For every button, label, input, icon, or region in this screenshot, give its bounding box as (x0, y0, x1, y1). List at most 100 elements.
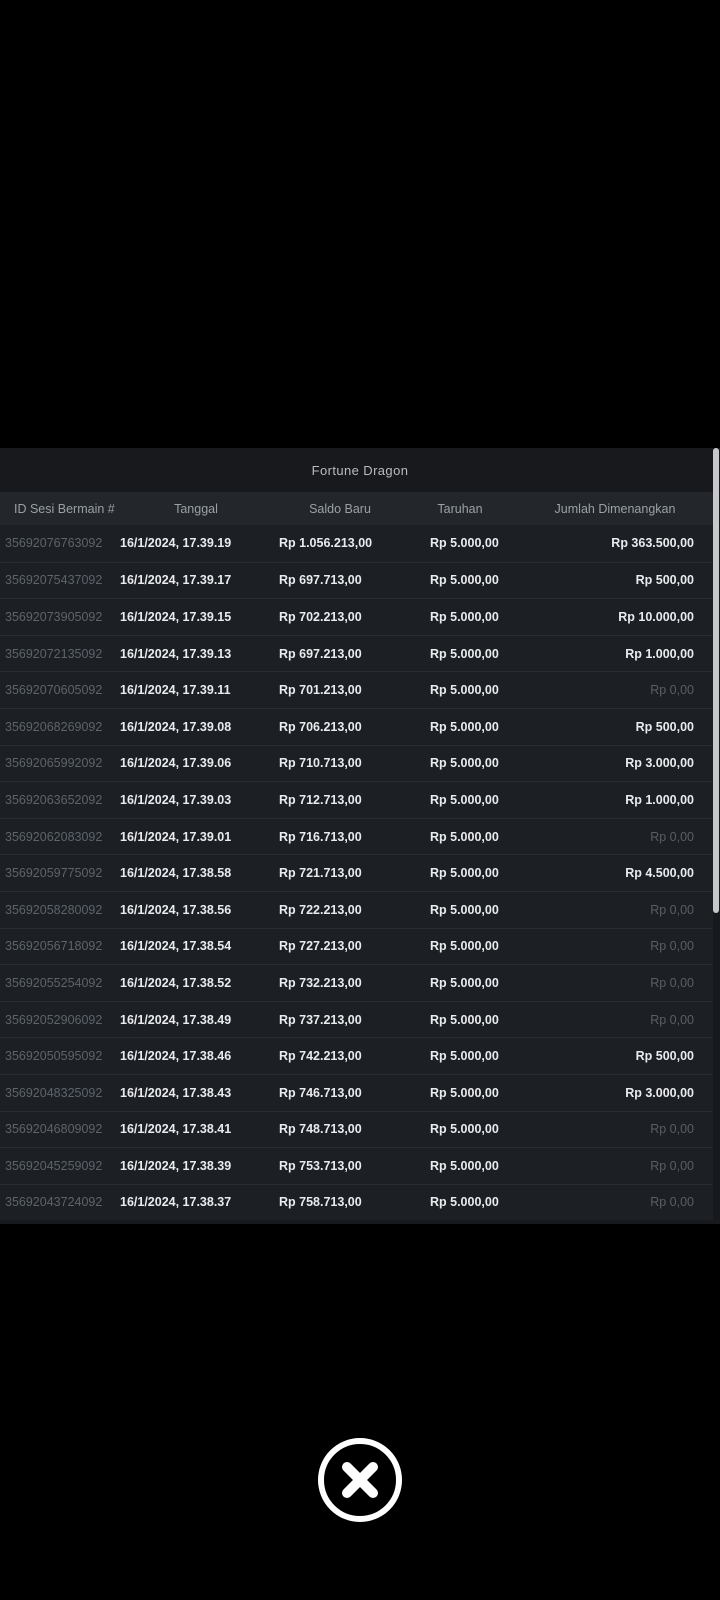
table-row: 35692046809092 16/1/2024, 17.38.41 Rp 748.… (0, 1110, 713, 1148)
cell-date: 16/1/2024, 17.39.19 (120, 536, 232, 551)
cell-date: 16/1/2024, 17.38.56 (120, 902, 232, 917)
table-row: 35692076763092 16/1/2024, 17.39.19 Rp 1.05… (0, 525, 713, 562)
cell-bet: Rp 5.000,00 (430, 756, 499, 771)
cell-bet: Rp 5.000,00 (430, 683, 499, 698)
cell-session-id: 35692072135092 (5, 646, 103, 661)
cell-amount-won: Rp 10.000,00 (618, 609, 694, 624)
table-row: 35692070605092 16/1/2024, 17.39.11 Rp 701.… (0, 671, 713, 708)
game-history-modal: Fortune Dragon ID Sesi Bermain # Tanggal… (0, 448, 720, 1225)
cell-session-id: 35692058280092 (5, 902, 103, 917)
cell-session-id: 35692065992092 (5, 756, 103, 771)
cell-bet: Rp 5.000,00 (430, 536, 499, 551)
column-header-bet: Taruhan (437, 501, 483, 516)
close-button[interactable] (318, 1438, 402, 1522)
cell-bet: Rp 5.000,00 (430, 1085, 499, 1100)
cell-date: 16/1/2024, 17.39.11 (120, 683, 231, 698)
cell-new-balance: Rp 748.713,00 (279, 1122, 362, 1137)
cell-bet: Rp 5.000,00 (430, 609, 499, 624)
cell-session-id: 35692075437092 (5, 573, 103, 588)
table-header-row: ID Sesi Bermain # Tanggal Saldo Baru Tar… (0, 492, 713, 525)
cell-new-balance: Rp 701.213,00 (279, 683, 362, 698)
cell-session-id: 35692055254092 (5, 975, 103, 990)
table-row: 35692043724092 16/1/2024, 17.38.37 Rp 758.… (0, 1183, 713, 1221)
table-row: 35692063652092 16/1/2024, 17.39.03 Rp 712.… (0, 781, 713, 818)
cell-bet: Rp 5.000,00 (430, 1012, 499, 1027)
cell-session-id: 35692059775092 (5, 866, 103, 881)
cell-new-balance: Rp 702.213,00 (279, 609, 362, 624)
table-row: 35692075437092 16/1/2024, 17.39.17 Rp 697.… (0, 561, 713, 599)
scrollbar-thumb[interactable] (713, 448, 719, 913)
cell-bet: Rp 5.000,00 (430, 902, 499, 917)
cell-amount-won: Rp 0,00 (650, 1122, 694, 1137)
screen: Fortune Dragon ID Sesi Bermain # Tanggal… (0, 0, 720, 1600)
cell-session-id: 35692056718092 (5, 939, 103, 954)
cell-amount-won: Rp 3.000,00 (625, 1085, 694, 1100)
table-row: 35692058280092 16/1/2024, 17.38.56 Rp 722.… (0, 890, 713, 928)
column-header-amount-won: Jumlah Dimenangkan (554, 501, 676, 516)
cell-session-id: 35692073905092 (5, 609, 103, 624)
table-row: 35692068269092 16/1/2024, 17.39.08 Rp 706.… (0, 707, 713, 745)
cell-bet: Rp 5.000,00 (430, 646, 499, 661)
cell-amount-won: Rp 500,00 (635, 719, 694, 734)
cell-bet: Rp 5.000,00 (430, 975, 499, 990)
cell-date: 16/1/2024, 17.38.58 (120, 866, 232, 881)
history-table: ID Sesi Bermain # Tanggal Saldo Baru Tar… (0, 492, 720, 1221)
table-row: 35692056718092 16/1/2024, 17.38.54 Rp 727.… (0, 927, 713, 965)
cell-bet: Rp 5.000,00 (430, 792, 499, 807)
table-row: 35692052906092 16/1/2024, 17.38.49 Rp 737.… (0, 1000, 713, 1038)
cell-new-balance: Rp 758.713,00 (279, 1195, 362, 1210)
table-row: 35692059775092 16/1/2024, 17.38.58 Rp 721.… (0, 854, 713, 891)
cell-bet: Rp 5.000,00 (430, 573, 499, 588)
column-header-session-id: ID Sesi Bermain # (14, 501, 115, 516)
cell-date: 16/1/2024, 17.38.41 (120, 1122, 232, 1137)
cell-session-id: 35692076763092 (5, 536, 103, 551)
cell-date: 16/1/2024, 17.39.13 (120, 646, 232, 661)
cell-new-balance: Rp 742.213,00 (279, 1049, 362, 1064)
cell-session-id: 35692045259092 (5, 1158, 103, 1173)
table-body: 35692076763092 16/1/2024, 17.39.19 Rp 1.05… (0, 525, 720, 1221)
cell-date: 16/1/2024, 17.39.17 (120, 573, 232, 588)
cell-amount-won: Rp 0,00 (650, 939, 694, 954)
column-header-date: Tanggal (174, 501, 218, 516)
cell-new-balance: Rp 710.713,00 (279, 756, 362, 771)
cell-amount-won: Rp 1.000,00 (625, 792, 694, 807)
cell-date: 16/1/2024, 17.38.52 (120, 975, 232, 990)
cell-new-balance: Rp 746.713,00 (279, 1085, 362, 1100)
table-row: 35692050595092 16/1/2024, 17.38.46 Rp 742.… (0, 1037, 713, 1074)
table-row: 35692048325092 16/1/2024, 17.38.43 Rp 746.… (0, 1073, 713, 1111)
cell-bet: Rp 5.000,00 (430, 829, 499, 844)
cell-new-balance: Rp 1.056.213,00 (279, 536, 373, 551)
cell-new-balance: Rp 712.713,00 (279, 792, 362, 807)
cell-date: 16/1/2024, 17.39.01 (120, 829, 232, 844)
table-row: 35692065992092 16/1/2024, 17.39.06 Rp 710.… (0, 744, 713, 782)
cell-amount-won: Rp 3.000,00 (625, 756, 694, 771)
cell-new-balance: Rp 722.213,00 (279, 902, 362, 917)
cell-date: 16/1/2024, 17.38.54 (120, 939, 232, 954)
modal-title: Fortune Dragon (0, 448, 720, 492)
cell-date: 16/1/2024, 17.38.43 (120, 1085, 232, 1100)
table-row: 35692055254092 16/1/2024, 17.38.52 Rp 732.… (0, 964, 713, 1001)
cell-new-balance: Rp 697.213,00 (279, 646, 362, 661)
cell-amount-won: Rp 0,00 (650, 683, 694, 698)
cell-bet: Rp 5.000,00 (430, 719, 499, 734)
cell-session-id: 35692048325092 (5, 1085, 103, 1100)
x-close-icon (342, 1462, 378, 1498)
cell-new-balance: Rp 706.213,00 (279, 719, 362, 734)
cell-amount-won: Rp 363.500,00 (611, 536, 694, 551)
cell-date: 16/1/2024, 17.38.37 (120, 1195, 232, 1210)
cell-amount-won: Rp 0,00 (650, 1195, 694, 1210)
column-header-new-balance: Saldo Baru (309, 501, 371, 516)
cell-session-id: 35692050595092 (5, 1049, 103, 1064)
cell-bet: Rp 5.000,00 (430, 1195, 499, 1210)
cell-new-balance: Rp 737.213,00 (279, 1012, 362, 1027)
cell-session-id: 35692046809092 (5, 1122, 103, 1137)
cell-new-balance: Rp 727.213,00 (279, 939, 362, 954)
cell-bet: Rp 5.000,00 (430, 1049, 499, 1064)
table-row: 35692062083092 16/1/2024, 17.39.01 Rp 716.… (0, 817, 713, 855)
cell-date: 16/1/2024, 17.39.08 (120, 719, 232, 734)
cell-new-balance: Rp 697.713,00 (279, 573, 362, 588)
cell-date: 16/1/2024, 17.38.46 (120, 1049, 232, 1064)
cell-amount-won: Rp 0,00 (650, 829, 694, 844)
cell-new-balance: Rp 721.713,00 (279, 866, 362, 881)
table-row: 35692073905092 16/1/2024, 17.39.15 Rp 702.… (0, 598, 713, 635)
